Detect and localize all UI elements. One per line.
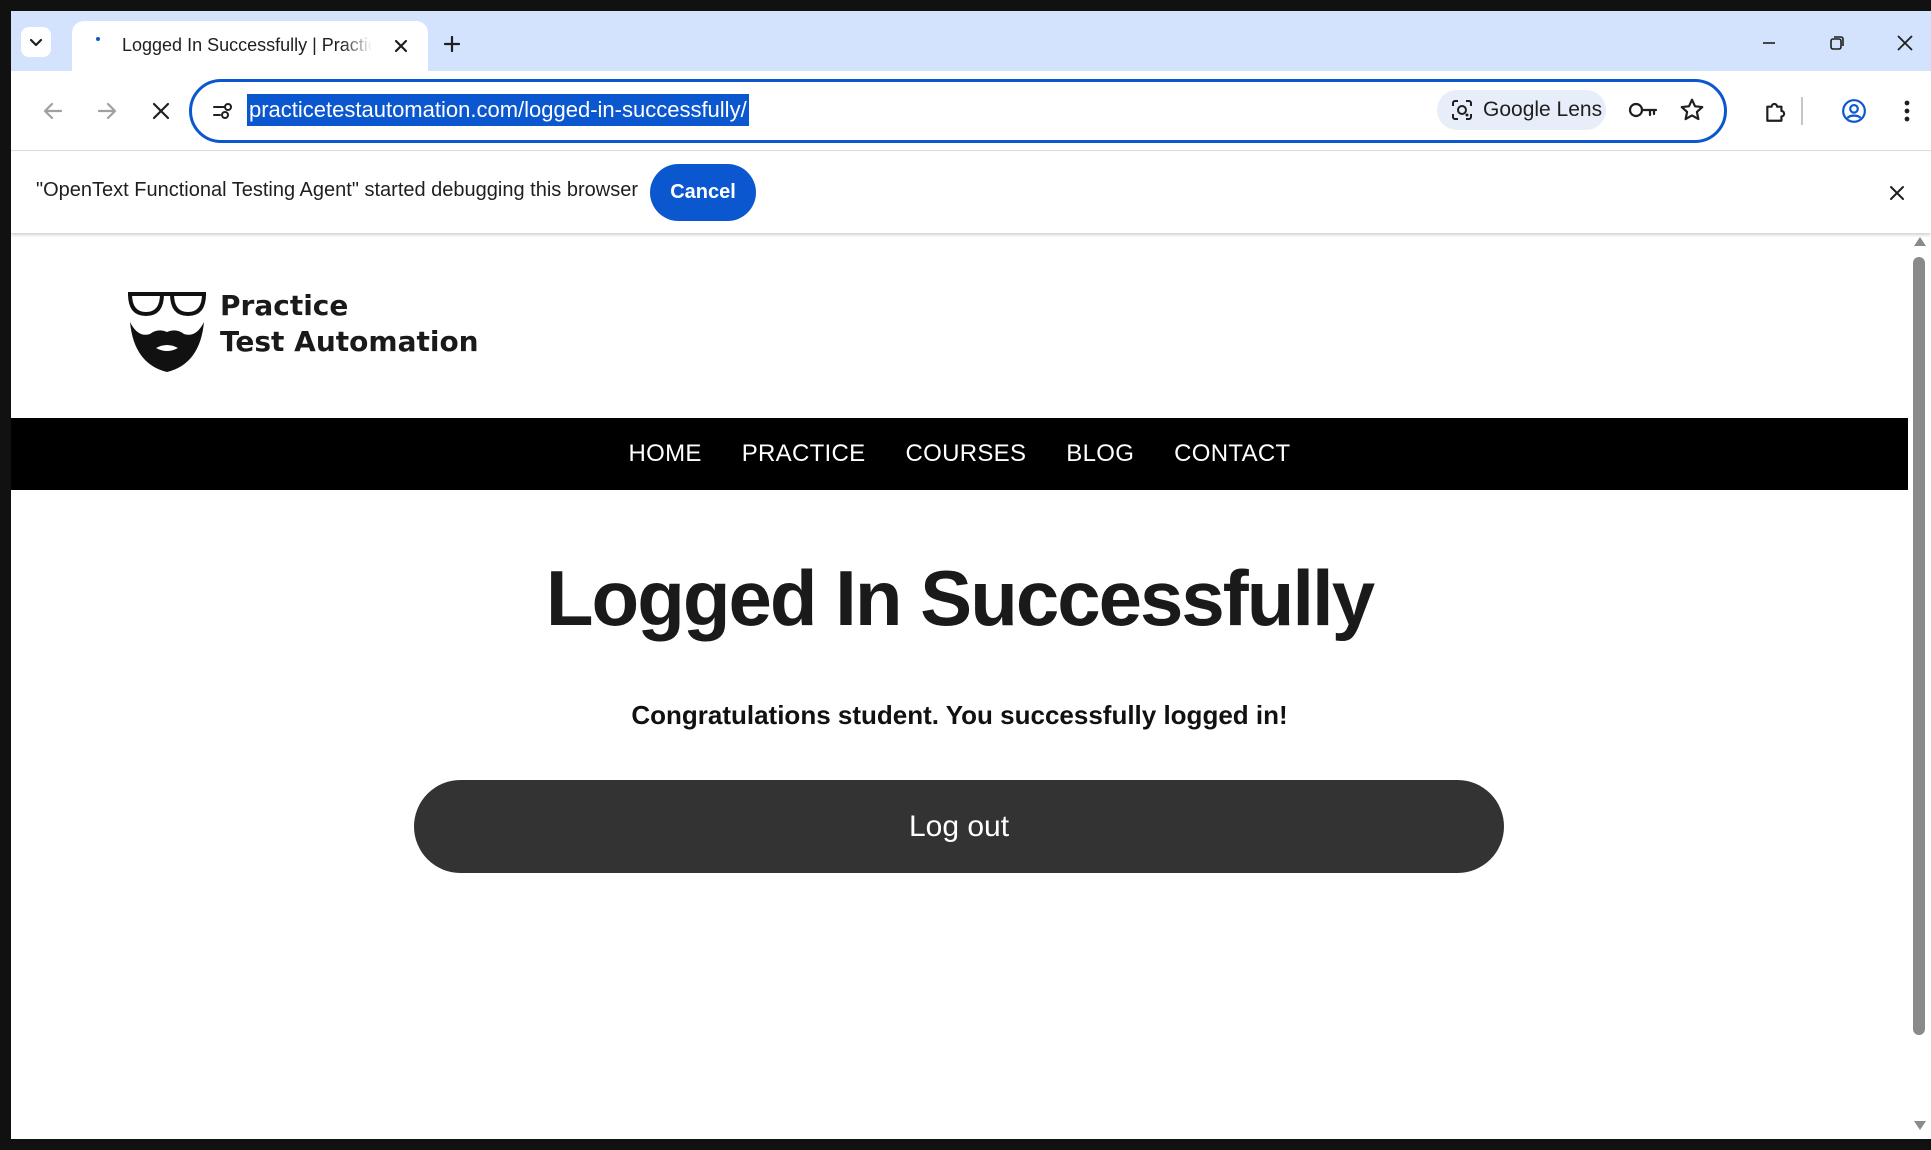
infobar-message: "OpenText Functional Testing Agent" star…: [36, 179, 638, 201]
google-lens-chip[interactable]: Google Lens: [1437, 90, 1606, 130]
nav-item-courses[interactable]: COURSES: [885, 440, 1046, 468]
nav-item-blog[interactable]: BLOG: [1046, 440, 1154, 468]
extensions-button[interactable]: [1756, 91, 1796, 131]
nav-item-contact[interactable]: CONTACT: [1154, 440, 1310, 468]
logout-button[interactable]: Log out: [414, 780, 1504, 873]
nav-item-practice[interactable]: PRACTICE: [722, 440, 886, 468]
web-page: Practice Test Automation HOME PRACTICE C…: [11, 233, 1908, 1139]
success-message: Congratulations student. You successfull…: [631, 700, 1288, 730]
scroll-down-arrow-icon[interactable]: [1914, 1121, 1926, 1130]
page-title: Logged In Successfully: [545, 554, 1375, 642]
extensions-icon: [1766, 102, 1786, 122]
site-logo[interactable]: Practice Test Automation: [126, 288, 496, 373]
infobar-close-button[interactable]: [1882, 178, 1912, 208]
scroll-up-arrow-icon[interactable]: [1914, 237, 1926, 246]
browser-toolbar: practicetestautomation.com/logged-in-suc…: [11, 71, 1931, 151]
star-icon: [1680, 98, 1704, 121]
minimize-button[interactable]: [1749, 25, 1789, 61]
plus-icon: [443, 35, 461, 53]
minimize-icon: [1763, 42, 1775, 44]
active-tab[interactable]: Logged In Successfully | Practice Test A…: [72, 21, 428, 71]
tab-search-button[interactable]: [21, 27, 51, 57]
forward-button[interactable]: [87, 91, 127, 131]
nav-item-home[interactable]: HOME: [609, 440, 722, 468]
new-tab-button[interactable]: [435, 27, 469, 61]
key-icon: [1628, 102, 1658, 118]
logo-text: Practice Test Automation: [220, 288, 479, 360]
menu-button[interactable]: [1887, 91, 1927, 131]
loading-favicon-icon: [92, 37, 108, 53]
close-window-button[interactable]: [1885, 25, 1925, 61]
browser-window: Logged In Successfully | Practice Test A…: [11, 11, 1931, 1139]
google-lens-icon: [1449, 97, 1475, 123]
stop-loading-button[interactable]: [141, 91, 181, 131]
password-manager-button[interactable]: [1627, 94, 1659, 126]
tab-close-button[interactable]: [388, 33, 414, 59]
stop-loading-icon: [152, 102, 170, 120]
restore-icon: [1830, 36, 1844, 50]
logo-line-2: Test Automation: [220, 325, 479, 358]
google-lens-label: Google Lens: [1483, 98, 1603, 121]
scrollbar-thumb[interactable]: [1913, 257, 1925, 1035]
debugging-infobar: "OpenText Functional Testing Agent" star…: [11, 152, 1931, 233]
back-button[interactable]: [33, 91, 73, 131]
vertical-scrollbar[interactable]: [1908, 233, 1931, 1139]
chevron-down-icon: [29, 38, 43, 47]
cancel-button[interactable]: Cancel: [650, 164, 756, 221]
profile-button[interactable]: [1834, 91, 1874, 131]
forward-arrow-icon: [97, 102, 117, 120]
more-vert-icon: [1904, 100, 1910, 122]
logo-line-1: Practice: [220, 289, 349, 322]
glasses-beard-logo-icon: [128, 292, 206, 372]
site-info-icon: [213, 103, 232, 119]
close-icon: [1890, 186, 1904, 200]
profile-icon: [1842, 99, 1866, 123]
tab-title: Logged In Successfully | Practice Test A…: [122, 35, 372, 55]
tab-strip: Logged In Successfully | Practice Test A…: [11, 11, 1931, 71]
site-info-button[interactable]: [210, 98, 236, 124]
bookmark-button[interactable]: [1676, 94, 1708, 126]
restore-button[interactable]: [1817, 25, 1857, 61]
address-bar[interactable]: practicetestautomation.com/logged-in-suc…: [189, 79, 1727, 143]
close-icon: [394, 39, 408, 53]
close-icon: [1897, 35, 1913, 51]
back-arrow-icon: [43, 102, 63, 120]
url-text[interactable]: practicetestautomation.com/logged-in-suc…: [247, 94, 749, 126]
main-navigation: HOME PRACTICE COURSES BLOG CONTACT: [11, 418, 1908, 490]
page-viewport: Practice Test Automation HOME PRACTICE C…: [11, 233, 1931, 1139]
toolbar-divider: [1801, 97, 1803, 125]
